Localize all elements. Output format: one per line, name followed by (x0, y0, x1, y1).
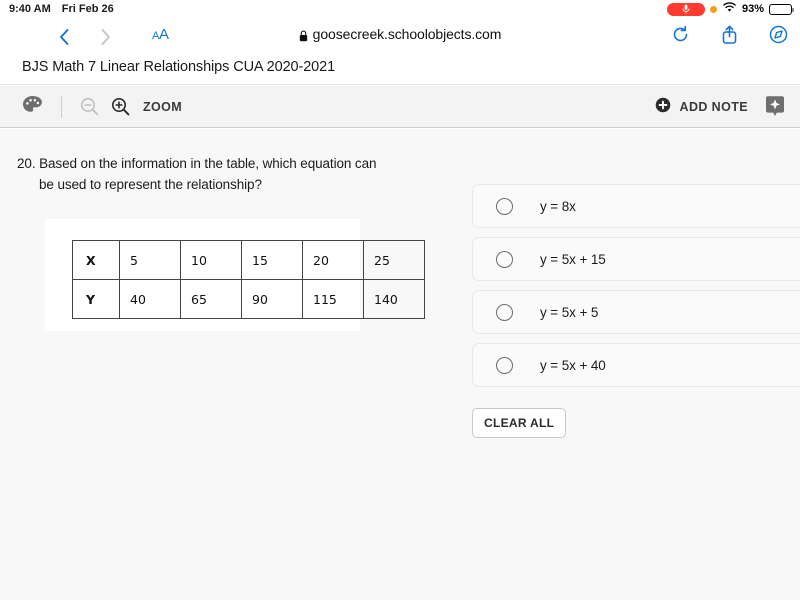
status-bar-left: 9:40 AM Fri Feb 26 (0, 3, 114, 15)
microphone-icon (666, 2, 705, 16)
radio-button[interactable] (496, 356, 513, 374)
table-cell: 40 (119, 279, 181, 319)
palette-icon[interactable] (22, 95, 43, 119)
page-title: BJS Math 7 Linear Relationships CUA 2020… (22, 59, 336, 75)
answer-option-label: y = 5x + 40 (540, 357, 606, 373)
mic-in-use-indicator (709, 5, 717, 13)
chevron-left-icon[interactable] (58, 28, 71, 45)
ios-status-bar: 9:40 AM Fri Feb 26 93% (0, 0, 800, 18)
answer-option-1[interactable]: y = 8x (472, 184, 800, 228)
text-size-button[interactable]: AAAA (152, 26, 169, 43)
browser-actions (671, 18, 788, 50)
url-text: goosecreek.schoolobjects.com (312, 26, 502, 42)
table-cell: 65 (180, 279, 242, 319)
add-note-label: ADD NOTE (679, 100, 748, 114)
answer-option-2[interactable]: y = 5x + 15 (472, 237, 800, 281)
zoom-in-icon[interactable] (111, 97, 130, 116)
answer-option-label: y = 5x + 15 (540, 251, 606, 267)
radio-button[interactable] (496, 250, 513, 268)
assessment-title-bar: BJS Math 7 Linear Relationships CUA 2020… (0, 50, 800, 85)
table-cell: 10 (180, 240, 242, 280)
table-cell: 20 (302, 240, 364, 280)
clear-all-button[interactable]: CLEAR ALL (472, 408, 567, 438)
table-cell: 15 (241, 240, 303, 280)
battery-icon (769, 3, 794, 15)
question-number: 20. (17, 156, 36, 171)
browser-nav-group: AAAA (0, 26, 169, 45)
zoom-out-icon (80, 97, 99, 116)
data-table: X 5 10 15 20 25 Y 40 65 90 115 140 (72, 240, 425, 319)
table-row: Y 40 65 90 115 140 (72, 279, 425, 319)
add-note-button[interactable]: ADD NOTE (655, 97, 748, 118)
status-bar-right: 93% (666, 0, 794, 18)
zoom-label: ZOOM (143, 99, 183, 114)
question-text: 20. Based on the information in the tabl… (17, 153, 437, 195)
toolbar-divider (61, 95, 62, 118)
lock-icon (299, 29, 308, 41)
table-cell: 140 (363, 279, 425, 319)
safari-toolbar: AAAA goosecreek.schoolobjects.com (0, 18, 800, 50)
table-cell: 115 (302, 279, 364, 319)
question-line-2: be used to represent the relationship? (39, 177, 262, 192)
share-icon[interactable] (720, 25, 739, 44)
wifi-icon (722, 2, 737, 16)
toolbar-left-group: ZOOM (0, 95, 182, 119)
compass-icon[interactable] (769, 25, 788, 44)
radio-button[interactable] (496, 197, 513, 215)
status-date: Fri Feb 26 (61, 3, 114, 15)
assessment-content: 20. Based on the information in the tabl… (0, 129, 800, 600)
bookmark-star-icon[interactable] (764, 95, 786, 119)
table-cell: 90 (241, 279, 303, 319)
answer-option-label: y = 5x + 5 (540, 304, 599, 320)
battery-percent: 93% (741, 3, 764, 15)
table-row: X 5 10 15 20 25 (72, 240, 425, 280)
toolbar-right-group: ADD NOTE (655, 86, 786, 128)
table-row-label: X (72, 240, 120, 280)
table-cell: 25 (363, 240, 425, 280)
answer-options-list: y = 8x y = 5x + 15 y = 5x + 5 y = 5x + 4… (472, 184, 800, 438)
assessment-toolbar: ZOOM ADD NOTE (0, 86, 800, 128)
reload-icon[interactable] (671, 25, 690, 44)
status-time: 9:40 AM (9, 3, 51, 15)
chevron-right-icon (99, 28, 112, 45)
answer-option-label: y = 8x (540, 198, 576, 214)
question-table-card: X 5 10 15 20 25 Y 40 65 90 115 140 (45, 219, 425, 331)
table-cell: 5 (119, 240, 181, 280)
table-row-label: Y (72, 279, 120, 319)
answer-option-4[interactable]: y = 5x + 40 (472, 343, 800, 387)
answer-option-3[interactable]: y = 5x + 5 (472, 290, 800, 334)
question-line-1: Based on the information in the table, w… (39, 156, 377, 171)
plus-circle-icon (655, 97, 671, 118)
radio-button[interactable] (496, 303, 513, 321)
